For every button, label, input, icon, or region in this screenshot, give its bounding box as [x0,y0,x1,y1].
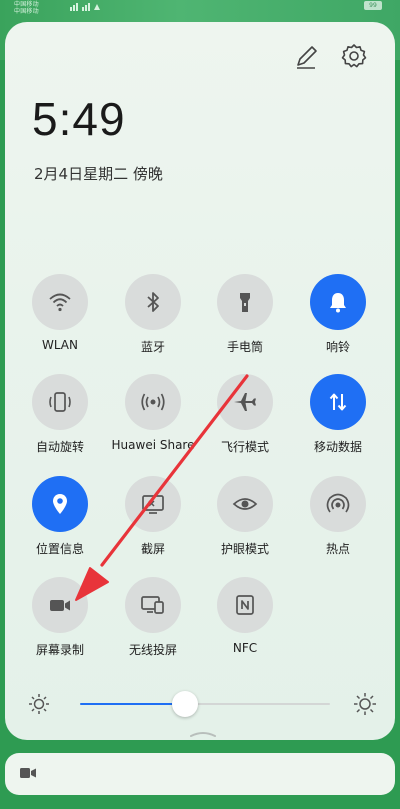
tile-bluetooth[interactable]: 蓝牙 [105,274,201,364]
edit-icon[interactable] [292,43,320,71]
screen-record-notification-icon [20,768,36,778]
tile-label: 蓝牙 [140,340,165,354]
tile-label: 热点 [325,542,350,556]
airplane-icon [234,393,256,411]
brightness-fill [80,703,185,705]
tile-label: 移动数据 [313,440,362,454]
tile-ring[interactable]: 响铃 [290,274,386,364]
chevron-down-icon[interactable] [188,729,218,739]
tile-eye-comfort[interactable]: 护眼模式 [197,476,293,566]
tile-label: WLAN [41,338,78,352]
tile-hotspot[interactable]: 热点 [290,476,386,566]
tile-auto-rotate[interactable]: 自动旋转 [12,374,108,464]
huawei-share-icon [141,393,165,411]
tile-label: NFC [232,641,258,655]
date-text: 2月4日星期二 傍晚 [34,165,163,183]
tile-circle [125,274,181,330]
hotspot-icon [326,493,350,513]
location-icon [53,494,67,514]
tile-label: 自动旋转 [35,440,84,454]
tile-screenshot[interactable]: 截屏 [105,476,201,566]
status-bar: 中国移动 中国移动 99 [0,0,400,15]
flashlight-icon [240,293,250,312]
nfc-icon [236,595,254,615]
carrier-label-2: 中国移动 [14,8,39,15]
screen-record-icon [50,600,70,611]
tile-circle [125,577,181,633]
tile-label: Huawei Share [111,438,195,452]
tile-label: 护眼模式 [220,542,269,556]
battery-icon: 99 [364,1,382,10]
tile-label: 手电筒 [226,340,263,354]
brightness-low-icon [29,694,49,714]
tile-wireless-projection[interactable]: 无线投屏 [105,577,201,667]
bell-icon [330,293,346,313]
tile-nfc[interactable]: NFC [197,577,293,667]
tile-circle [310,476,366,532]
tile-circle [32,274,88,330]
tile-circle [32,577,88,633]
signal-icon [70,3,100,11]
screenshot-icon [142,495,164,514]
tile-mobile-data[interactable]: 移动数据 [290,374,386,464]
tile-circle [310,274,366,330]
tile-label: 屏幕录制 [35,643,84,657]
tile-airplane[interactable]: 飞行模式 [197,374,293,464]
bluetooth-icon [147,292,159,312]
notification-card[interactable] [5,753,395,795]
tile-circle [125,374,181,430]
tile-label: 位置信息 [35,542,84,556]
tile-huawei-share[interactable]: Huawei Share [105,374,201,464]
tile-flashlight[interactable]: 手电筒 [197,274,293,364]
tile-label: 截屏 [140,542,165,556]
tile-label: 无线投屏 [128,643,177,657]
tile-location[interactable]: 位置信息 [12,476,108,566]
tile-circle [310,374,366,430]
brightness-thumb[interactable] [172,691,198,717]
wireless-projection-icon [141,596,164,614]
gear-icon[interactable] [340,42,368,70]
tile-screen-record[interactable]: 屏幕录制 [12,577,108,667]
mobile-data-icon [329,393,347,411]
tile-wlan[interactable]: WLAN [12,274,108,364]
clock-time: 5:49 [32,93,126,145]
control-panel: 5:49 2月4日星期二 傍晚 WLAN 蓝牙 手电筒 响铃 自动旋转 Huaw… [5,22,395,740]
tile-circle [217,476,273,532]
tile-circle [32,374,88,430]
eye-comfort-icon [232,498,258,510]
tile-circle [217,374,273,430]
brightness-slider[interactable] [80,703,330,705]
tile-circle [125,476,181,532]
tile-circle [32,476,88,532]
brightness-control [27,684,377,724]
brightness-high-icon [354,693,376,715]
tile-label: 响铃 [325,340,350,354]
tile-circle [217,274,273,330]
tile-label: 飞行模式 [220,440,269,454]
auto-rotate-icon [49,392,71,412]
wifi-icon [49,293,71,312]
tile-circle [217,577,273,633]
